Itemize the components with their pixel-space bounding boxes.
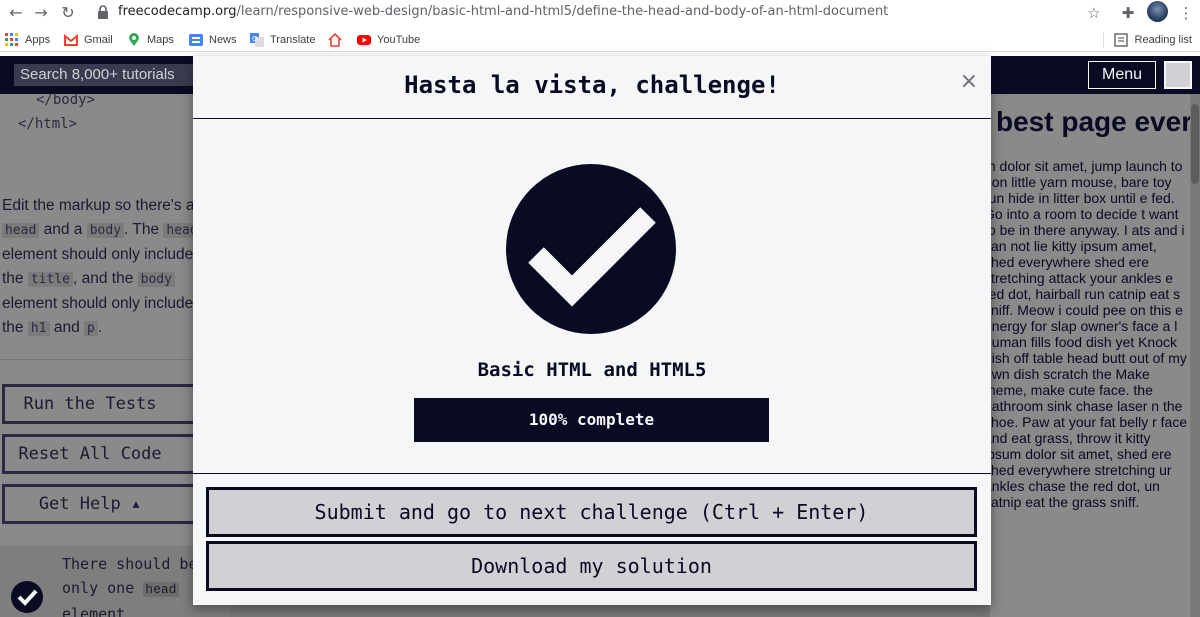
inline-code: h1 bbox=[27, 321, 50, 336]
gmail-icon bbox=[64, 33, 78, 46]
get-help-button[interactable]: Get Help ▴ bbox=[2, 484, 198, 524]
reading-list-button[interactable]: Reading list bbox=[1102, 32, 1192, 48]
lock-icon[interactable] bbox=[97, 5, 109, 20]
search-input[interactable]: Search 8,000+ tutorials bbox=[14, 64, 204, 86]
run-tests-button[interactable]: Run the Tests bbox=[2, 384, 198, 424]
block-title: Basic HTML and HTML5 bbox=[477, 359, 707, 381]
test-text: element bbox=[62, 605, 126, 617]
bookmark-label: Gmail bbox=[84, 34, 113, 46]
bookmark-youtube[interactable]: YouTube bbox=[357, 32, 420, 48]
code-line: </body> bbox=[36, 92, 96, 108]
news-icon bbox=[189, 34, 203, 46]
url-path: /learn/responsive-web-design/basic-html-… bbox=[236, 4, 889, 19]
reset-code-button[interactable]: Reset All Code bbox=[2, 434, 198, 474]
user-avatar[interactable] bbox=[1164, 61, 1192, 89]
youtube-icon bbox=[357, 35, 371, 45]
divider bbox=[193, 473, 991, 474]
modal-header: Hasta la vista, challenge! × bbox=[193, 56, 991, 119]
inline-code: body bbox=[86, 223, 125, 238]
browser-toolbar: ← → ↻ freecodecamp.org/learn/responsive-… bbox=[0, 0, 1200, 26]
reading-list-label: Reading list bbox=[1134, 34, 1192, 46]
bookmark-label: Maps bbox=[147, 34, 174, 46]
instruction-text: Edit the markup so there's a bbox=[2, 197, 195, 214]
instruction-text: and a bbox=[39, 221, 87, 238]
inline-code: title bbox=[27, 272, 73, 287]
divider bbox=[0, 359, 195, 360]
challenge-instructions: Edit the markup so there's a head and a … bbox=[2, 194, 202, 341]
instruction-text: and bbox=[49, 319, 84, 336]
submit-next-button[interactable]: Submit and go to next challenge (Ctrl + … bbox=[206, 487, 977, 537]
bookmark-label: Apps bbox=[25, 34, 51, 46]
address-bar[interactable]: freecodecamp.org/learn/responsive-web-de… bbox=[118, 4, 888, 19]
preview-pane: best page ever m dolor sit amet, jump la… bbox=[990, 94, 1190, 617]
bookmark-translate[interactable]: G Translate bbox=[250, 32, 315, 48]
progress-bar: 100% complete bbox=[414, 398, 769, 442]
inline-code: p bbox=[84, 321, 98, 336]
progress-label: 100% complete bbox=[528, 410, 655, 429]
success-check-icon bbox=[506, 164, 676, 334]
bookmark-news[interactable]: News bbox=[189, 32, 237, 48]
inline-code: body bbox=[137, 272, 175, 287]
modal-title: Hasta la vista, challenge! bbox=[404, 71, 780, 99]
profile-avatar[interactable] bbox=[1147, 1, 1168, 22]
bookmarks-bar: Apps Gmail Maps News G Translate YouTube… bbox=[0, 28, 1200, 52]
reload-icon[interactable]: ↻ bbox=[58, 3, 78, 23]
preview-heading: best page ever bbox=[996, 106, 1190, 137]
test-description: There should be only one head element bbox=[62, 552, 202, 617]
code-snippet: </body> </html> bbox=[18, 88, 95, 136]
instruction-text: . bbox=[97, 319, 103, 336]
apps-grid-icon bbox=[5, 33, 18, 46]
reading-list-icon bbox=[1113, 33, 1128, 47]
preview-paragraph: m dolor sit amet, jump launch to pon lit… bbox=[990, 158, 1188, 510]
bookmark-maps[interactable]: Maps bbox=[127, 32, 174, 48]
instruction-text: , and the bbox=[73, 270, 138, 287]
url-host: freecodecamp.org bbox=[118, 4, 237, 19]
svg-text:G: G bbox=[252, 35, 257, 43]
inline-code: head bbox=[143, 582, 179, 597]
bookmark-home[interactable] bbox=[328, 32, 348, 48]
kebab-menu-icon[interactable]: ⋮ bbox=[1176, 3, 1196, 23]
bookmark-star-icon[interactable]: ☆ bbox=[1084, 3, 1104, 23]
completion-modal: Hasta la vista, challenge! × Basic HTML … bbox=[193, 56, 991, 605]
home-icon bbox=[328, 33, 342, 47]
menu-button[interactable]: Menu bbox=[1088, 61, 1156, 89]
back-arrow-icon[interactable]: ← bbox=[6, 3, 26, 23]
bookmark-label: News bbox=[209, 34, 237, 46]
code-line: </html> bbox=[18, 116, 78, 132]
inline-code: head bbox=[2, 223, 40, 238]
bookmark-apps[interactable]: Apps bbox=[5, 32, 50, 48]
scrollbar-thumb[interactable] bbox=[1191, 104, 1199, 184]
maps-pin-icon bbox=[129, 33, 139, 46]
close-icon[interactable]: × bbox=[959, 70, 979, 94]
translate-icon: G bbox=[250, 33, 264, 47]
bookmark-label: Translate bbox=[270, 34, 316, 46]
extensions-puzzle-icon[interactable]: ✚ bbox=[1118, 3, 1138, 23]
forward-arrow-icon[interactable]: → bbox=[31, 3, 51, 23]
bookmark-label: YouTube bbox=[377, 34, 421, 46]
bookmark-gmail[interactable]: Gmail bbox=[64, 32, 113, 48]
divider bbox=[1102, 32, 1104, 48]
instruction-text: . The bbox=[124, 221, 164, 238]
check-circle-icon bbox=[11, 581, 43, 613]
download-solution-button[interactable]: Download my solution bbox=[206, 541, 977, 591]
